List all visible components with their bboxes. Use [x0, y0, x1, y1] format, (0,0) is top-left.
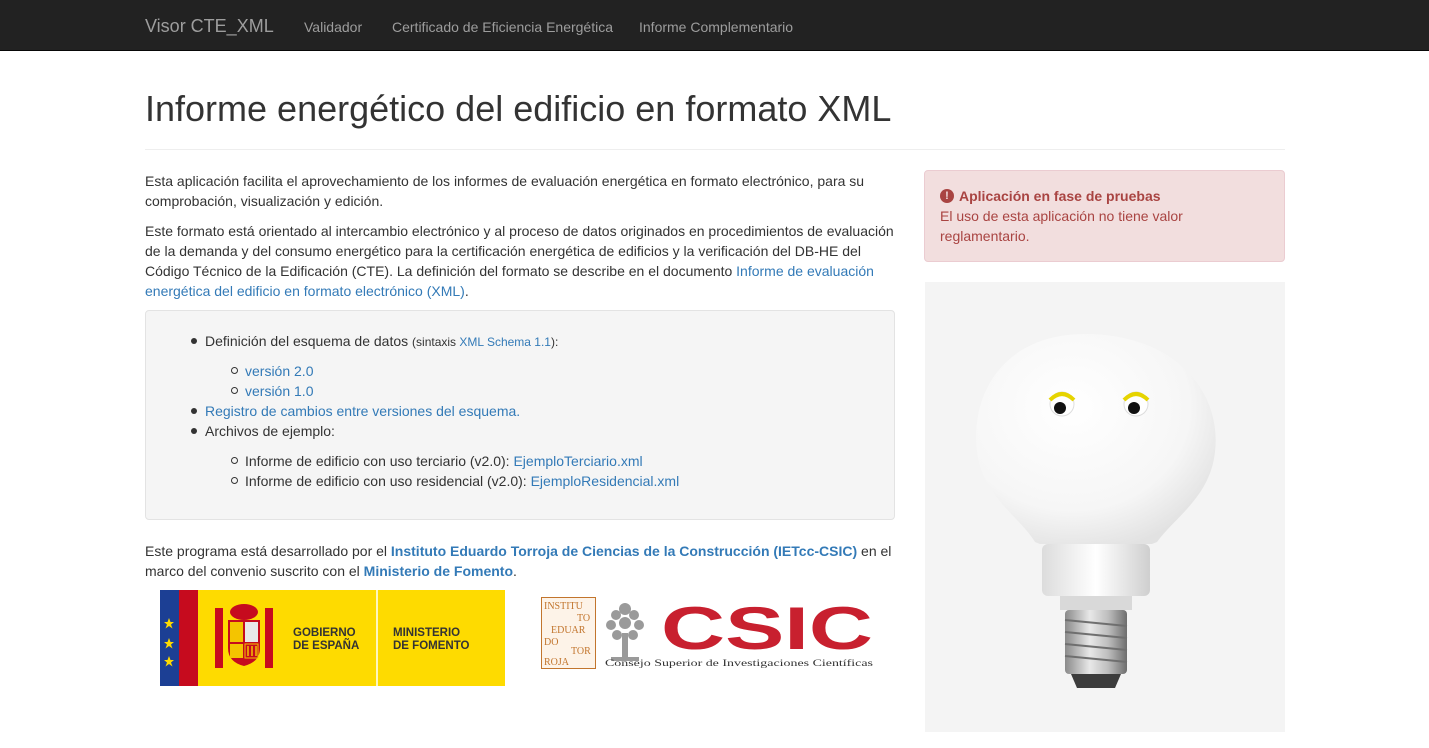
- ministerio-line2-text: DE FOMENTO: [393, 640, 470, 652]
- schema-syntax-suffix: ):: [550, 335, 559, 349]
- exclamation-circle-icon: !: [940, 189, 954, 203]
- examples-label: Archivos de ejemplo:: [205, 423, 335, 439]
- nav-link-informe-complementario[interactable]: Informe Complementario: [639, 17, 793, 37]
- gobierno-line2-text: DE ESPAÑA: [293, 639, 359, 652]
- csic-logo-graphic: INSTITU TO EDUAR DO TOR ROJA CSIC Consej…: [541, 595, 874, 669]
- lightbulb-photo: [925, 282, 1285, 732]
- ministerio-link[interactable]: Ministerio de Fomento: [364, 563, 513, 579]
- schema-version-2-link[interactable]: versión 2.0: [245, 361, 313, 381]
- ietcc-line-4: DO: [544, 637, 558, 648]
- alert-body: El uso de esta aplicación no tiene valor…: [940, 208, 1183, 244]
- ietcc-line-5: TOR: [571, 646, 591, 657]
- schema-version-1-link[interactable]: versión 1.0: [245, 381, 313, 401]
- lightbulb-illustration: [925, 282, 1285, 732]
- credits-end: .: [513, 563, 517, 579]
- example-residencial-link[interactable]: EjemploResidencial.xml: [531, 473, 680, 489]
- list-item-schema: Definición del esquema de datos (sintaxi…: [205, 331, 558, 352]
- schema-label: Definición del esquema de datos: [205, 333, 409, 349]
- page-title: Informe energético del edificio en forma…: [145, 88, 892, 129]
- ietcc-line-1: INSTITU: [544, 601, 584, 612]
- brand-link[interactable]: Visor CTE_XML: [145, 14, 274, 40]
- csic-wordmark: CSIC: [661, 597, 873, 662]
- list-sub-bullet: [231, 367, 238, 374]
- nav-link-certificado[interactable]: Certificado de Eficiencia Energética: [392, 17, 613, 37]
- credits-paragraph: Este programa está desarrollado por el I…: [145, 541, 895, 581]
- intro-paragraph-2-end: .: [464, 283, 469, 299]
- alert-title: Aplicación en fase de pruebas: [959, 188, 1161, 204]
- ministerio-line1-text: MINISTERIO: [393, 627, 460, 639]
- top-navbar: Visor CTE_XML Validador Certificado de E…: [0, 0, 1429, 51]
- example-residencial-label: Informe de edificio con uso residencial …: [245, 473, 531, 489]
- intro-paragraph-2: Este formato está orientado al intercamb…: [145, 221, 895, 301]
- example-terciario-link[interactable]: EjemploTerciario.xml: [513, 453, 642, 469]
- gobierno-ministerio-logo: GOBIERNO DE ESPAÑA MINISTERIO DE FOMENTO: [160, 590, 505, 686]
- ietcc-line-3: EDUAR: [551, 625, 586, 636]
- list-bullet: [191, 428, 197, 434]
- example-item-terciario: Informe de edificio con uso terciario (v…: [245, 451, 643, 471]
- schema-syntax-prefix: (sintaxis: [412, 335, 460, 349]
- alert-title-row: ! Aplicación en fase de pruebas: [940, 186, 1269, 206]
- list-bullet: [191, 338, 197, 344]
- testing-phase-alert: ! Aplicación en fase de pruebas El uso d…: [924, 170, 1285, 262]
- gobierno-line1-text: GOBIERNO: [293, 627, 356, 639]
- nav-link-validador[interactable]: Validador: [304, 17, 362, 37]
- ietcc-line-2: TO: [577, 613, 590, 624]
- ietcc-csic-logo: INSTITU TO EDUAR DO TOR ROJA CSIC Consej…: [541, 595, 881, 677]
- example-item-residencial: Informe de edificio con uso residencial …: [245, 471, 679, 491]
- gobierno-logo-graphic: GOBIERNO DE ESPAÑA MINISTERIO DE FOMENTO: [160, 590, 470, 686]
- csic-subtitle: Consejo Superior de Investigaciones Cien…: [605, 658, 874, 668]
- list-sub-bullet: [231, 477, 238, 484]
- list-sub-bullet: [231, 387, 238, 394]
- intro-paragraph-1: Esta aplicación facilita el aprovechamie…: [145, 173, 865, 209]
- list-sub-bullet: [231, 457, 238, 464]
- changelog-link[interactable]: Registro de cambios entre versiones del …: [205, 401, 520, 421]
- ietcc-link[interactable]: Instituto Eduardo Torroja de Ciencias de…: [391, 543, 857, 559]
- example-terciario-label: Informe de edificio con uso terciario (v…: [245, 453, 514, 469]
- ietcc-line-6: ROJA: [544, 657, 570, 668]
- title-divider: [145, 149, 1285, 150]
- list-bullet: [191, 408, 197, 414]
- xml-schema-link[interactable]: XML Schema 1.1: [459, 335, 551, 349]
- credits-prefix: Este programa está desarrollado por el: [145, 543, 391, 559]
